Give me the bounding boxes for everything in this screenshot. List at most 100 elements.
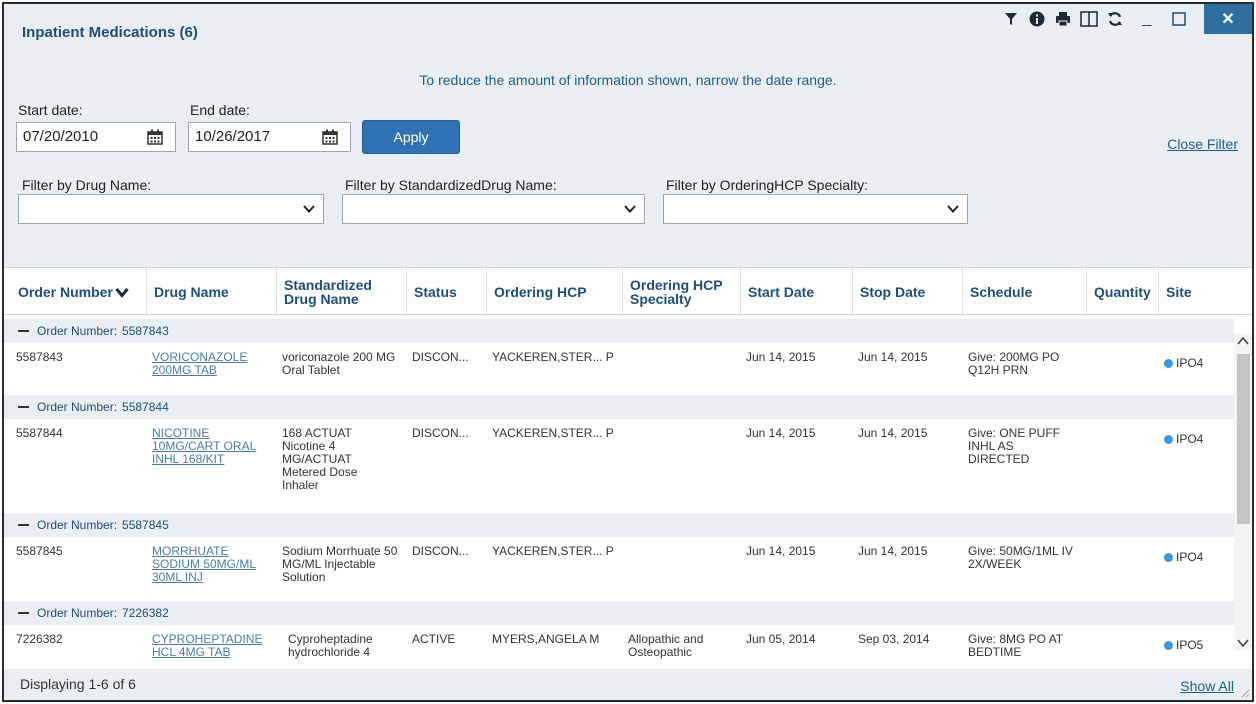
site-status-icon bbox=[1164, 359, 1173, 368]
ordering-hcp-cell: YACKEREN,STER... P bbox=[492, 426, 614, 440]
specialty-filter-label: Filter by OrderingHCP Specialty: bbox=[666, 177, 869, 193]
group-header[interactable]: Order Number: 5587843 bbox=[4, 319, 1234, 343]
scrollbar-thumb[interactable] bbox=[1237, 354, 1250, 524]
status-cell: DISCON... bbox=[412, 426, 469, 440]
filter-icon[interactable] bbox=[1000, 7, 1022, 31]
calendar-icon[interactable] bbox=[320, 127, 340, 147]
minimize-button[interactable]: _ bbox=[1132, 7, 1162, 31]
maximize-icon bbox=[1172, 12, 1186, 26]
schedule-cell: Give: 200MG PO Q12H PRN bbox=[968, 350, 1060, 377]
table-row[interactable]: 5587843 VORICONAZOLE 200MG TAB voriconaz… bbox=[4, 343, 1234, 391]
window-title: Inpatient Medications (6) bbox=[22, 24, 198, 41]
status-cell: DISCON... bbox=[412, 350, 469, 364]
column-schedule[interactable]: Schedule bbox=[962, 268, 1086, 316]
chevron-up-icon[interactable] bbox=[1236, 334, 1250, 348]
date-range-hint: To reduce the amount of information show… bbox=[419, 72, 837, 88]
standardized-filter-select[interactable] bbox=[342, 194, 645, 224]
start-date-label: Start date: bbox=[18, 102, 83, 118]
standardized-filter-label: Filter by StandardizedDrug Name: bbox=[345, 177, 557, 193]
schedule-cell: Give: ONE PUFF INHL AS DIRECTED bbox=[968, 426, 1061, 466]
column-start-date[interactable]: Start Date bbox=[740, 268, 852, 316]
drug-name-link[interactable]: MORRHUATE SODIUM 50MG/ML 30ML INJ bbox=[152, 545, 274, 584]
resize-grip-icon[interactable] bbox=[1240, 688, 1250, 698]
grid-footer: Displaying 1-6 of 6 Show All bbox=[4, 669, 1252, 700]
table-row[interactable]: 7226382 CYPROHEPTADINE HCL 4MG TAB Cypro… bbox=[4, 625, 1234, 673]
sort-descending-icon bbox=[115, 287, 129, 298]
info-icon[interactable] bbox=[1026, 7, 1048, 31]
order-number-cell: 5587844 bbox=[16, 426, 63, 440]
start-date-cell: Jun 14, 2015 bbox=[746, 426, 816, 440]
end-date-label: End date: bbox=[190, 102, 250, 118]
inpatient-medications-window: Inpatient Medications (6) _ ✕ To reduce … bbox=[2, 2, 1254, 702]
ordering-hcp-cell: YACKEREN,STER... P bbox=[492, 350, 614, 364]
start-date-cell: Jun 05, 2014 bbox=[746, 632, 816, 646]
show-all-link[interactable]: Show All bbox=[1180, 678, 1234, 694]
print-icon[interactable] bbox=[1052, 7, 1074, 31]
schedule-cell: Give: 50MG/1ML IV 2X/WEEK bbox=[968, 544, 1073, 571]
schedule-cell: Give: 8MG PO AT BEDTIME bbox=[968, 632, 1063, 659]
drug-name-link[interactable]: CYPROHEPTADINE HCL 4MG TAB bbox=[152, 633, 282, 659]
stop-date-cell: Jun 14, 2015 bbox=[858, 544, 928, 558]
start-date-cell: Jun 14, 2015 bbox=[746, 350, 816, 364]
maximize-button[interactable] bbox=[1164, 7, 1194, 31]
grid-body: Order Number: 5587843 5587843 VORICONAZOL… bbox=[4, 315, 1234, 673]
site-status-icon bbox=[1164, 435, 1173, 444]
specialty-cell: Allopathic and Osteopathic bbox=[628, 632, 704, 659]
chevron-down-icon bbox=[947, 205, 959, 213]
site-status-icon bbox=[1164, 553, 1173, 562]
site-cell: IPO5 bbox=[1164, 639, 1203, 652]
column-ordering-hcp[interactable]: Ordering HCP bbox=[486, 268, 622, 316]
order-number-cell: 7226382 bbox=[16, 632, 63, 646]
chevron-down-icon[interactable] bbox=[1236, 636, 1250, 650]
collapse-icon bbox=[18, 406, 29, 408]
order-number-cell: 5587843 bbox=[16, 350, 63, 364]
column-ordering-hcp-specialty[interactable]: Ordering HCP Specialty bbox=[622, 268, 740, 316]
toolbar: _ ✕ bbox=[1000, 4, 1252, 34]
record-count: Displaying 1-6 of 6 bbox=[20, 676, 136, 692]
ordering-hcp-cell: YACKEREN,STER... P bbox=[492, 544, 614, 558]
column-drug-name[interactable]: Drug Name bbox=[146, 268, 276, 316]
stop-date-cell: Jun 14, 2015 bbox=[858, 350, 928, 364]
filter-panel: To reduce the amount of information show… bbox=[4, 60, 1252, 267]
column-quantity[interactable]: Quantity bbox=[1086, 268, 1158, 316]
standardized-name-cell: Sodium Morrhuate 50 MG/ML Injectable Sol… bbox=[282, 544, 398, 584]
title-bar: Inpatient Medications (6) _ ✕ bbox=[4, 4, 1252, 60]
refresh-icon[interactable] bbox=[1104, 7, 1126, 31]
drug-name-filter-select[interactable] bbox=[18, 194, 324, 224]
chevron-down-icon bbox=[624, 205, 636, 213]
standardized-name-cell: voriconazole 200 MG Oral Tablet bbox=[282, 350, 396, 377]
group-header[interactable]: Order Number: 7226382 bbox=[4, 601, 1234, 625]
table-row[interactable]: 5587844 NICOTINE 10MG/CART ORAL INHL 168… bbox=[4, 419, 1234, 509]
status-cell: DISCON... bbox=[412, 544, 469, 558]
close-filter-link[interactable]: Close Filter bbox=[1167, 136, 1238, 152]
column-order-number[interactable]: Order Number bbox=[4, 268, 146, 316]
drug-name-filter-label: Filter by Drug Name: bbox=[22, 177, 152, 193]
collapse-icon bbox=[18, 612, 29, 614]
status-cell: ACTIVE bbox=[412, 632, 456, 646]
calendar-icon[interactable] bbox=[145, 127, 165, 147]
apply-button[interactable]: Apply bbox=[362, 120, 460, 154]
column-standardized-drug-name[interactable]: Standardized Drug Name bbox=[276, 268, 406, 316]
vertical-scrollbar[interactable] bbox=[1234, 334, 1252, 650]
standardized-name-cell: 168 ACTUAT Nicotine 4 MG/ACTUAT Metered … bbox=[282, 426, 358, 492]
site-cell: IPO4 bbox=[1164, 433, 1203, 446]
specialty-filter-select[interactable] bbox=[663, 194, 968, 224]
chevron-down-icon bbox=[303, 205, 315, 213]
close-button[interactable]: ✕ bbox=[1204, 4, 1252, 34]
drug-name-link[interactable]: NICOTINE 10MG/CART ORAL INHL 168/KIT bbox=[152, 427, 274, 466]
column-status[interactable]: Status bbox=[406, 268, 486, 316]
group-header[interactable]: Order Number: 5587844 bbox=[4, 395, 1234, 419]
collapse-icon bbox=[18, 330, 29, 332]
stop-date-cell: Sep 03, 2014 bbox=[858, 632, 930, 646]
drug-name-link[interactable]: VORICONAZOLE 200MG TAB bbox=[152, 351, 274, 377]
order-number-cell: 5587845 bbox=[16, 544, 63, 558]
group-header[interactable]: Order Number: 5587845 bbox=[4, 513, 1234, 537]
columns-icon[interactable] bbox=[1078, 7, 1100, 31]
start-date-cell: Jun 14, 2015 bbox=[746, 544, 816, 558]
site-status-icon bbox=[1164, 641, 1173, 650]
column-site[interactable]: Site bbox=[1158, 268, 1238, 316]
column-stop-date[interactable]: Stop Date bbox=[852, 268, 962, 316]
ordering-hcp-cell: MYERS,ANGELA M bbox=[492, 632, 600, 646]
table-row[interactable]: 5587845 MORRHUATE SODIUM 50MG/ML 30ML IN… bbox=[4, 537, 1234, 597]
standardized-name-cell: Cyproheptadine hydrochloride 4 bbox=[288, 632, 373, 659]
